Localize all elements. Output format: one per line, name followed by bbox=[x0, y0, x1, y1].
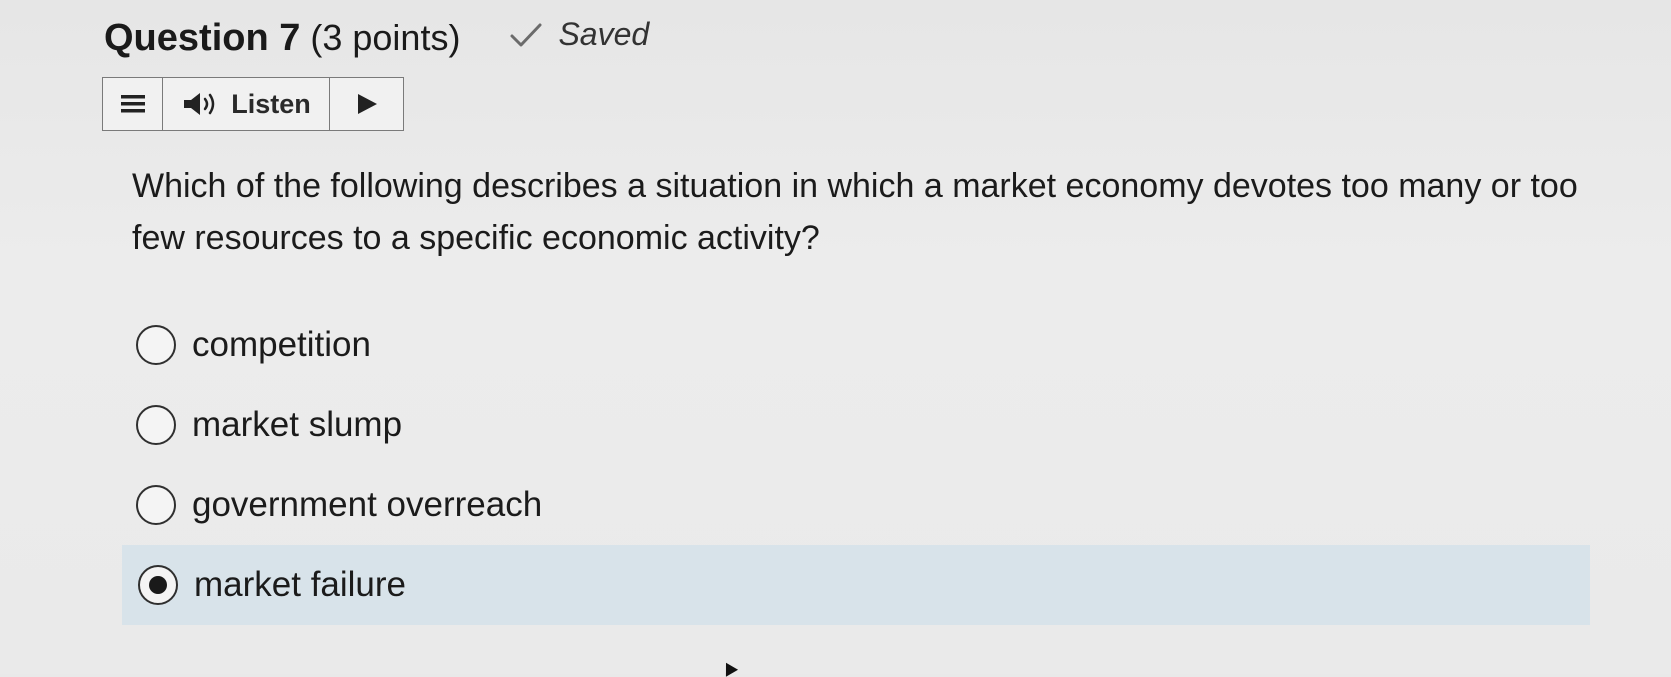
saved-label: Saved bbox=[558, 16, 650, 52]
play-icon bbox=[357, 94, 377, 114]
play-button[interactable] bbox=[330, 78, 403, 130]
radio-button[interactable] bbox=[136, 405, 176, 445]
menu-icon bbox=[120, 95, 145, 113]
option-label: market failure bbox=[194, 565, 407, 604]
listen-label: Listen bbox=[231, 88, 311, 119]
question-header: Question 7 (3 points) Saved bbox=[104, 16, 649, 60]
checkmark-icon bbox=[510, 23, 542, 46]
answer-options: competition market slump government over… bbox=[120, 305, 1590, 625]
radio-button[interactable] bbox=[136, 325, 176, 365]
listen-menu-button[interactable] bbox=[103, 78, 163, 130]
mouse-cursor-icon bbox=[719, 659, 739, 677]
speaker-icon bbox=[184, 93, 215, 115]
option-market-failure[interactable]: market failure bbox=[122, 545, 1590, 625]
listen-toolbar: Listen bbox=[102, 77, 404, 131]
question-text: Which of the following describes a situa… bbox=[132, 167, 1578, 257]
option-label: competition bbox=[192, 325, 371, 364]
listen-button[interactable]: Listen bbox=[163, 78, 330, 130]
option-government-overreach[interactable]: government overreach bbox=[120, 465, 1590, 545]
saved-status: Saved bbox=[508, 16, 649, 53]
question-points: (3 points) bbox=[310, 16, 461, 58]
radio-button-selected[interactable] bbox=[138, 565, 178, 605]
option-label: market slump bbox=[192, 405, 403, 444]
question-title: Question 7 bbox=[104, 16, 301, 59]
option-market-slump[interactable]: market slump bbox=[120, 385, 1590, 465]
quiz-page: Question 7 (3 points) Saved Listen Which… bbox=[0, 0, 1671, 677]
option-competition[interactable]: competition bbox=[120, 305, 1590, 385]
radio-button[interactable] bbox=[136, 485, 176, 525]
radio-dot-icon bbox=[149, 576, 167, 594]
option-label: government overreach bbox=[192, 485, 543, 524]
